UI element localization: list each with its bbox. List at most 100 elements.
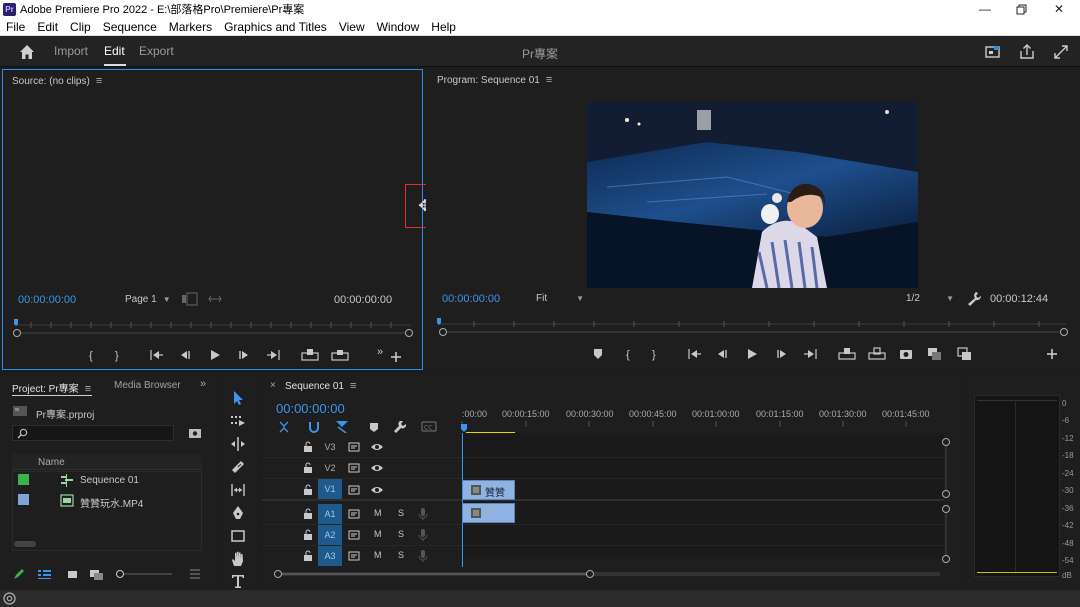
selection-tool-icon[interactable] <box>229 389 247 407</box>
menu-help[interactable]: Help <box>425 20 462 34</box>
mark-out-icon[interactable]: } <box>652 349 656 361</box>
panel-menu-icon[interactable]: ≡ <box>350 380 356 392</box>
lock-icon[interactable] <box>302 462 314 474</box>
sync-lock-icon[interactable] <box>348 441 360 453</box>
creative-cloud-icon[interactable] <box>3 592 16 605</box>
program-time-ruler[interactable] <box>434 316 1074 338</box>
export-frame-icon[interactable] <box>900 350 912 359</box>
step-back-icon[interactable] <box>718 350 727 358</box>
mark-out-icon[interactable]: } <box>115 350 119 362</box>
program-timecode-in[interactable]: 00:00:00:00 <box>442 293 500 305</box>
captions-icon[interactable]: CC <box>421 421 437 432</box>
program-video-frame[interactable] <box>587 102 918 288</box>
go-to-out-icon[interactable] <box>804 349 817 359</box>
track-label-a1[interactable]: A1 <box>318 504 342 524</box>
zoom-handle-left[interactable] <box>13 329 21 337</box>
menu-view[interactable]: View <box>333 20 371 34</box>
ripple-edit-tool-icon[interactable] <box>229 435 247 453</box>
rectangle-tool-icon[interactable] <box>229 527 247 545</box>
tab-project[interactable]: Project: Pr專案 <box>12 384 79 395</box>
audio-clip[interactable] <box>462 503 515 523</box>
razor-tool-icon[interactable] <box>229 458 247 476</box>
list-item[interactable]: 贊贊玩水.MP4 <box>12 491 202 511</box>
comparison-view-icon[interactable] <box>928 348 941 360</box>
microphone-icon[interactable] <box>418 507 428 521</box>
audio-scroll-handle-bottom[interactable] <box>942 555 950 563</box>
tab-media-browser[interactable]: Media Browser <box>114 380 181 391</box>
eye-icon[interactable] <box>370 441 384 453</box>
lock-icon[interactable] <box>302 484 314 496</box>
go-to-in-icon[interactable] <box>688 349 701 359</box>
close-button[interactable]: ✕ <box>1040 0 1078 18</box>
list-view-icon[interactable] <box>38 570 51 579</box>
mark-in-icon[interactable]: { <box>626 349 630 361</box>
source-time-ruler[interactable] <box>11 317 417 339</box>
solo-button[interactable]: S <box>398 508 404 518</box>
sync-lock-icon[interactable] <box>348 462 360 474</box>
audio-scroll-handle-top[interactable] <box>942 505 950 513</box>
sync-lock-icon[interactable] <box>348 529 360 541</box>
more-controls-icon[interactable]: » <box>377 346 383 358</box>
menu-markers[interactable]: Markers <box>163 20 218 34</box>
menu-file[interactable]: File <box>0 20 31 34</box>
hand-tool-icon[interactable] <box>229 550 247 568</box>
linked-selection-icon[interactable] <box>336 421 348 434</box>
add-marker-icon[interactable] <box>594 349 602 359</box>
microphone-icon[interactable] <box>418 549 428 563</box>
button-editor-icon[interactable] <box>1047 349 1057 359</box>
minimize-button[interactable]: — <box>966 0 1004 18</box>
lock-icon[interactable] <box>302 529 314 541</box>
timeline-ruler[interactable]: :00:00 00:00:15:00 00:00:30:00 00:00:45:… <box>462 409 942 421</box>
track-label-v1[interactable]: V1 <box>318 479 342 499</box>
insert-icon[interactable] <box>301 349 319 361</box>
menu-sequence[interactable]: Sequence <box>97 20 163 34</box>
overwrite-icon[interactable] <box>331 350 349 361</box>
sync-lock-icon[interactable] <box>348 484 360 496</box>
play-icon[interactable] <box>211 350 220 360</box>
menu-graphics-and-titles[interactable]: Graphics and Titles <box>218 20 333 34</box>
share-icon[interactable] <box>1018 43 1036 61</box>
zoom-fit-select[interactable]: Fit ▼ <box>536 293 584 304</box>
menu-edit[interactable]: Edit <box>31 20 64 34</box>
source-monitor-title[interactable]: Source: (no clips) <box>12 76 90 87</box>
tab-sequence-01[interactable]: Sequence 01 <box>285 381 344 392</box>
track-label-v2[interactable]: V2 <box>318 458 342 478</box>
solo-button[interactable]: S <box>398 550 404 560</box>
zoom-handle-left[interactable] <box>439 328 447 336</box>
restore-button[interactable] <box>1002 0 1040 18</box>
timeline-playhead-line[interactable] <box>462 433 463 567</box>
playback-resolution-select[interactable]: 1/2 ▼ <box>906 293 954 304</box>
track-label-a3[interactable]: A3 <box>318 546 342 566</box>
pencil-write-icon[interactable] <box>14 569 24 579</box>
list-item[interactable]: Sequence 01 <box>12 471 202 491</box>
close-sequence-icon[interactable]: × <box>270 380 276 391</box>
type-tool-icon[interactable] <box>229 572 247 590</box>
menu-window[interactable]: Window <box>371 20 426 34</box>
proxy-toggle-icon[interactable] <box>957 347 971 360</box>
mark-in-icon[interactable]: { <box>89 350 93 362</box>
fullscreen-icon[interactable] <box>1052 43 1070 61</box>
timeline-timecode[interactable]: 00:00:00:00 <box>276 401 345 416</box>
step-forward-icon[interactable] <box>777 350 786 358</box>
panel-menu-icon[interactable]: ≡ <box>546 74 552 86</box>
zoom-handle-right[interactable] <box>405 329 413 337</box>
eye-icon[interactable] <box>370 462 384 474</box>
play-icon[interactable] <box>748 349 757 359</box>
track-label-a2[interactable]: A2 <box>318 525 342 545</box>
zoom-handle-left[interactable] <box>274 570 282 578</box>
horizontal-scrollbar[interactable] <box>14 541 36 547</box>
project-search-input[interactable] <box>12 425 174 441</box>
go-to-out-icon[interactable] <box>267 350 280 360</box>
nest-toggle-icon[interactable] <box>279 421 289 433</box>
lock-icon[interactable] <box>302 441 314 453</box>
sort-icons-icon[interactable] <box>190 569 200 579</box>
sync-lock-icon[interactable] <box>348 508 360 520</box>
zoom-slider-thumb[interactable] <box>116 570 124 578</box>
slip-tool-icon[interactable] <box>229 481 247 499</box>
solo-button[interactable]: S <box>398 529 404 539</box>
column-name-header[interactable]: Name <box>38 457 65 468</box>
zoom-handle-right[interactable] <box>1060 328 1068 336</box>
program-monitor-title[interactable]: Program: Sequence 01 <box>437 75 540 86</box>
wrench-icon[interactable] <box>966 290 982 306</box>
go-to-in-icon[interactable] <box>150 350 163 360</box>
